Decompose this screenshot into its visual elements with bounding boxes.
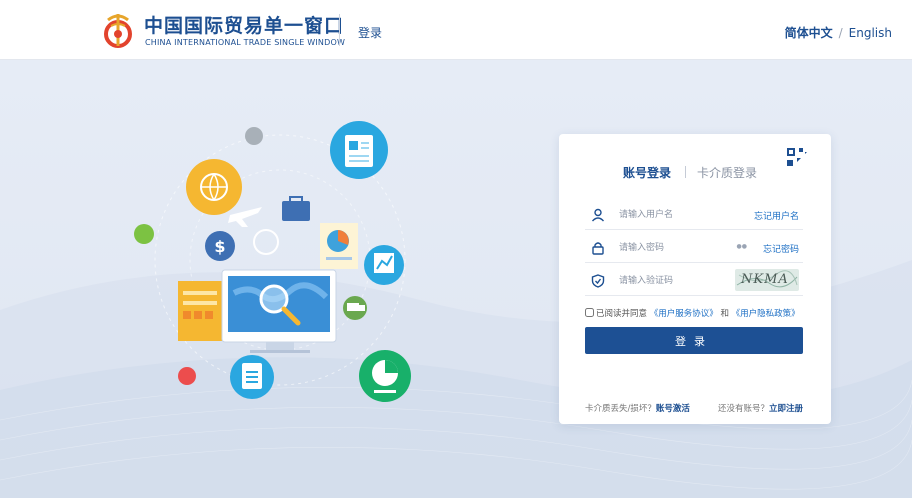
card-lost-text: 卡介质丢失/损坏？ xyxy=(585,404,656,414)
logo-subtitle: CHINA INTERNATIONAL TRADE SINGLE WINDOW xyxy=(145,38,346,47)
account-activate-link[interactable]: 账号激活 xyxy=(656,404,690,414)
login-card: 账号登录 卡介质登录 忘记用户名 ●● 忘记密码 NKM xyxy=(559,134,831,424)
shield-icon xyxy=(591,274,605,288)
service-agreement-link[interactable]: 《用户服务协议》 xyxy=(650,309,718,319)
language-switch: 简体中文 / English xyxy=(785,24,892,41)
hero-illustration: $ xyxy=(134,121,411,402)
register-now-link[interactable]: 立即注册 xyxy=(769,404,803,414)
agree-checkbox[interactable] xyxy=(585,308,594,317)
captcha-image[interactable]: NKMA xyxy=(735,269,799,291)
lang-chinese[interactable]: 简体中文 xyxy=(785,26,833,40)
header-login-link[interactable]: 登录 xyxy=(358,24,382,41)
card-lost-row: 卡介质丢失/损坏？账号激活 xyxy=(585,402,690,414)
no-account-text: 还没有账号？ xyxy=(717,404,769,414)
top-header: 中国国际贸易单一窗口 CHINA INTERNATIONAL TRADE SIN… xyxy=(0,0,912,60)
agree-and: 和 xyxy=(720,309,729,319)
password-input[interactable] xyxy=(619,239,739,257)
show-password-icon[interactable]: ●● xyxy=(737,243,747,250)
forgot-username-link[interactable]: 忘记用户名 xyxy=(754,209,799,222)
username-row: 忘记用户名 xyxy=(585,200,803,230)
login-button[interactable]: 登录 xyxy=(585,327,803,354)
username-input[interactable] xyxy=(619,206,739,224)
register-row: 还没有账号？立即注册 xyxy=(718,402,803,414)
agree-prefix: 已阅读并同意 xyxy=(596,309,648,319)
privacy-policy-link[interactable]: 《用户隐私政策》 xyxy=(732,309,800,319)
qr-code-icon[interactable] xyxy=(785,146,813,174)
svg-text:$: $ xyxy=(214,237,225,256)
forgot-password-link[interactable]: 忘记密码 xyxy=(763,242,799,255)
captcha-row: NKMA xyxy=(585,266,803,296)
lock-icon xyxy=(592,242,604,255)
lang-english[interactable]: English xyxy=(849,26,892,40)
lang-separator: / xyxy=(838,26,843,40)
captcha-text: NKMA xyxy=(741,272,789,287)
agreement-row: 已阅读并同意 《用户服务协议》 和 《用户隐私政策》 xyxy=(585,307,800,319)
captcha-input[interactable] xyxy=(619,272,739,290)
logo-title: 中国国际贸易单一窗口 xyxy=(144,15,345,37)
password-row: ●● 忘记密码 xyxy=(585,233,803,263)
user-icon xyxy=(591,208,605,222)
logo-icon xyxy=(104,14,132,48)
tab-account-login[interactable]: 账号登录 xyxy=(623,164,671,181)
header-divider xyxy=(339,14,340,46)
tab-separator xyxy=(685,166,686,178)
tab-card-login[interactable]: 卡介质登录 xyxy=(697,164,757,181)
